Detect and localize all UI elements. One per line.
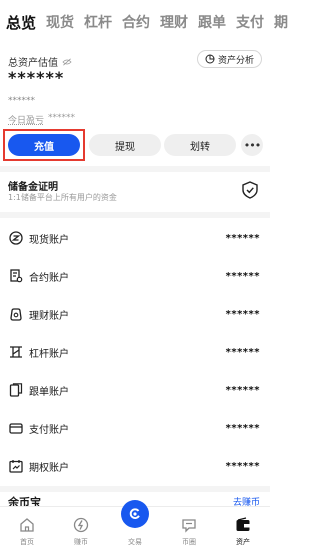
today-pnl: 今日盈亏 ****** [8,113,75,126]
nav-earn[interactable]: 赚币 [54,507,108,550]
account-value: ****** [225,422,260,434]
account-row-spot[interactable]: 现货账户 ****** [0,219,270,257]
account-row-finance[interactable]: 理财账户 ****** [0,295,270,333]
account-value: ****** [225,384,260,396]
nav-assets[interactable]: 资产 [216,507,270,550]
futures-account-icon [10,269,23,283]
section-divider [0,212,270,218]
account-row-payment[interactable]: 支付账户 ****** [0,409,270,447]
tab-margin[interactable]: 杠杆 [84,12,112,32]
nav-label: 首页 [20,538,34,546]
account-row-futures[interactable]: 合约账户 ****** [0,257,270,295]
finance-account-icon [10,308,22,321]
tab-finance[interactable]: 理财 [160,12,188,32]
transfer-button[interactable]: 划转 [164,134,236,156]
withdraw-button[interactable]: 提现 [89,134,161,156]
deposit-button[interactable]: 充值 [8,134,80,156]
account-value: ****** [225,346,260,358]
tab-options[interactable]: 期 [274,12,288,32]
account-row-copy-trade[interactable]: 跟单账户 ****** [0,371,270,409]
account-row-margin[interactable]: 杠杆账户 ****** [0,333,270,371]
account-value: ****** [225,270,260,282]
account-value: ****** [225,232,260,244]
asset-analysis-button[interactable]: 资产分析 [196,50,262,68]
options-account-icon [9,460,23,473]
eye-hidden-icon[interactable] [62,58,72,66]
account-label: 理财账户 [29,310,69,322]
reserve-title: 储备金证明 [8,182,58,193]
account-label: 现货账户 [29,234,69,246]
account-label: 跟单账户 [29,386,69,398]
account-row-options[interactable]: 期权账户 ****** [0,447,270,485]
proof-of-reserves[interactable]: 储备金证明 1:1储备平台上所有用户的资金 [0,172,270,210]
account-value: ****** [225,308,260,320]
trade-icon [129,508,140,519]
estimate-row: 总资产估值 [8,54,72,69]
earn-icon [73,517,89,533]
reserve-subtitle: 1:1储备平台上所有用户的资金 [8,193,117,202]
converted-balance: ****** [8,96,35,106]
nav-home[interactable]: 首页 [0,507,54,550]
tab-futures[interactable]: 合约 [122,12,150,32]
tab-spot[interactable]: 现货 [46,12,74,32]
shield-check-icon [242,181,258,199]
nav-label: 币圈 [182,538,196,546]
spot-account-icon [9,231,23,245]
today-pnl-label[interactable]: 今日盈亏 [8,113,44,126]
tab-overview[interactable]: 总览 [6,12,36,33]
tab-payment[interactable]: 支付 [236,12,264,32]
asset-analysis-label: 资产分析 [217,55,254,66]
account-label: 合约账户 [29,272,69,284]
action-buttons: 充值 提现 划转 ••• [0,129,270,161]
account-label: 期权账户 [29,462,69,474]
account-value: ****** [225,460,260,472]
margin-account-icon [10,346,22,358]
community-icon [182,519,196,533]
total-balance: ****** [8,68,65,87]
wallet-icon [236,517,250,531]
nav-community[interactable]: 币圈 [162,507,216,550]
account-label: 支付账户 [29,424,69,436]
payment-account-icon [9,423,23,434]
account-label: 杠杆账户 [29,348,69,360]
nav-trade[interactable]: 交易 [108,500,162,550]
trade-button[interactable] [121,500,149,528]
nav-label: 赚币 [74,538,88,546]
estimate-label: 总资产估值 [8,58,58,69]
today-pnl-value: ****** [48,113,76,123]
nav-label: 交易 [128,538,142,546]
top-tab-bar: 总览 现货 杠杆 合约 理财 跟单 支付 期 [0,0,288,44]
tab-copy-trade[interactable]: 跟单 [198,12,226,32]
copy-trade-account-icon [9,383,23,397]
nav-label: 资产 [236,538,250,546]
more-button[interactable]: ••• [241,134,263,156]
home-icon [20,518,34,532]
chart-icon [205,54,215,64]
bottom-nav: 首页 赚币 交易 币圈 资产 [0,500,270,550]
